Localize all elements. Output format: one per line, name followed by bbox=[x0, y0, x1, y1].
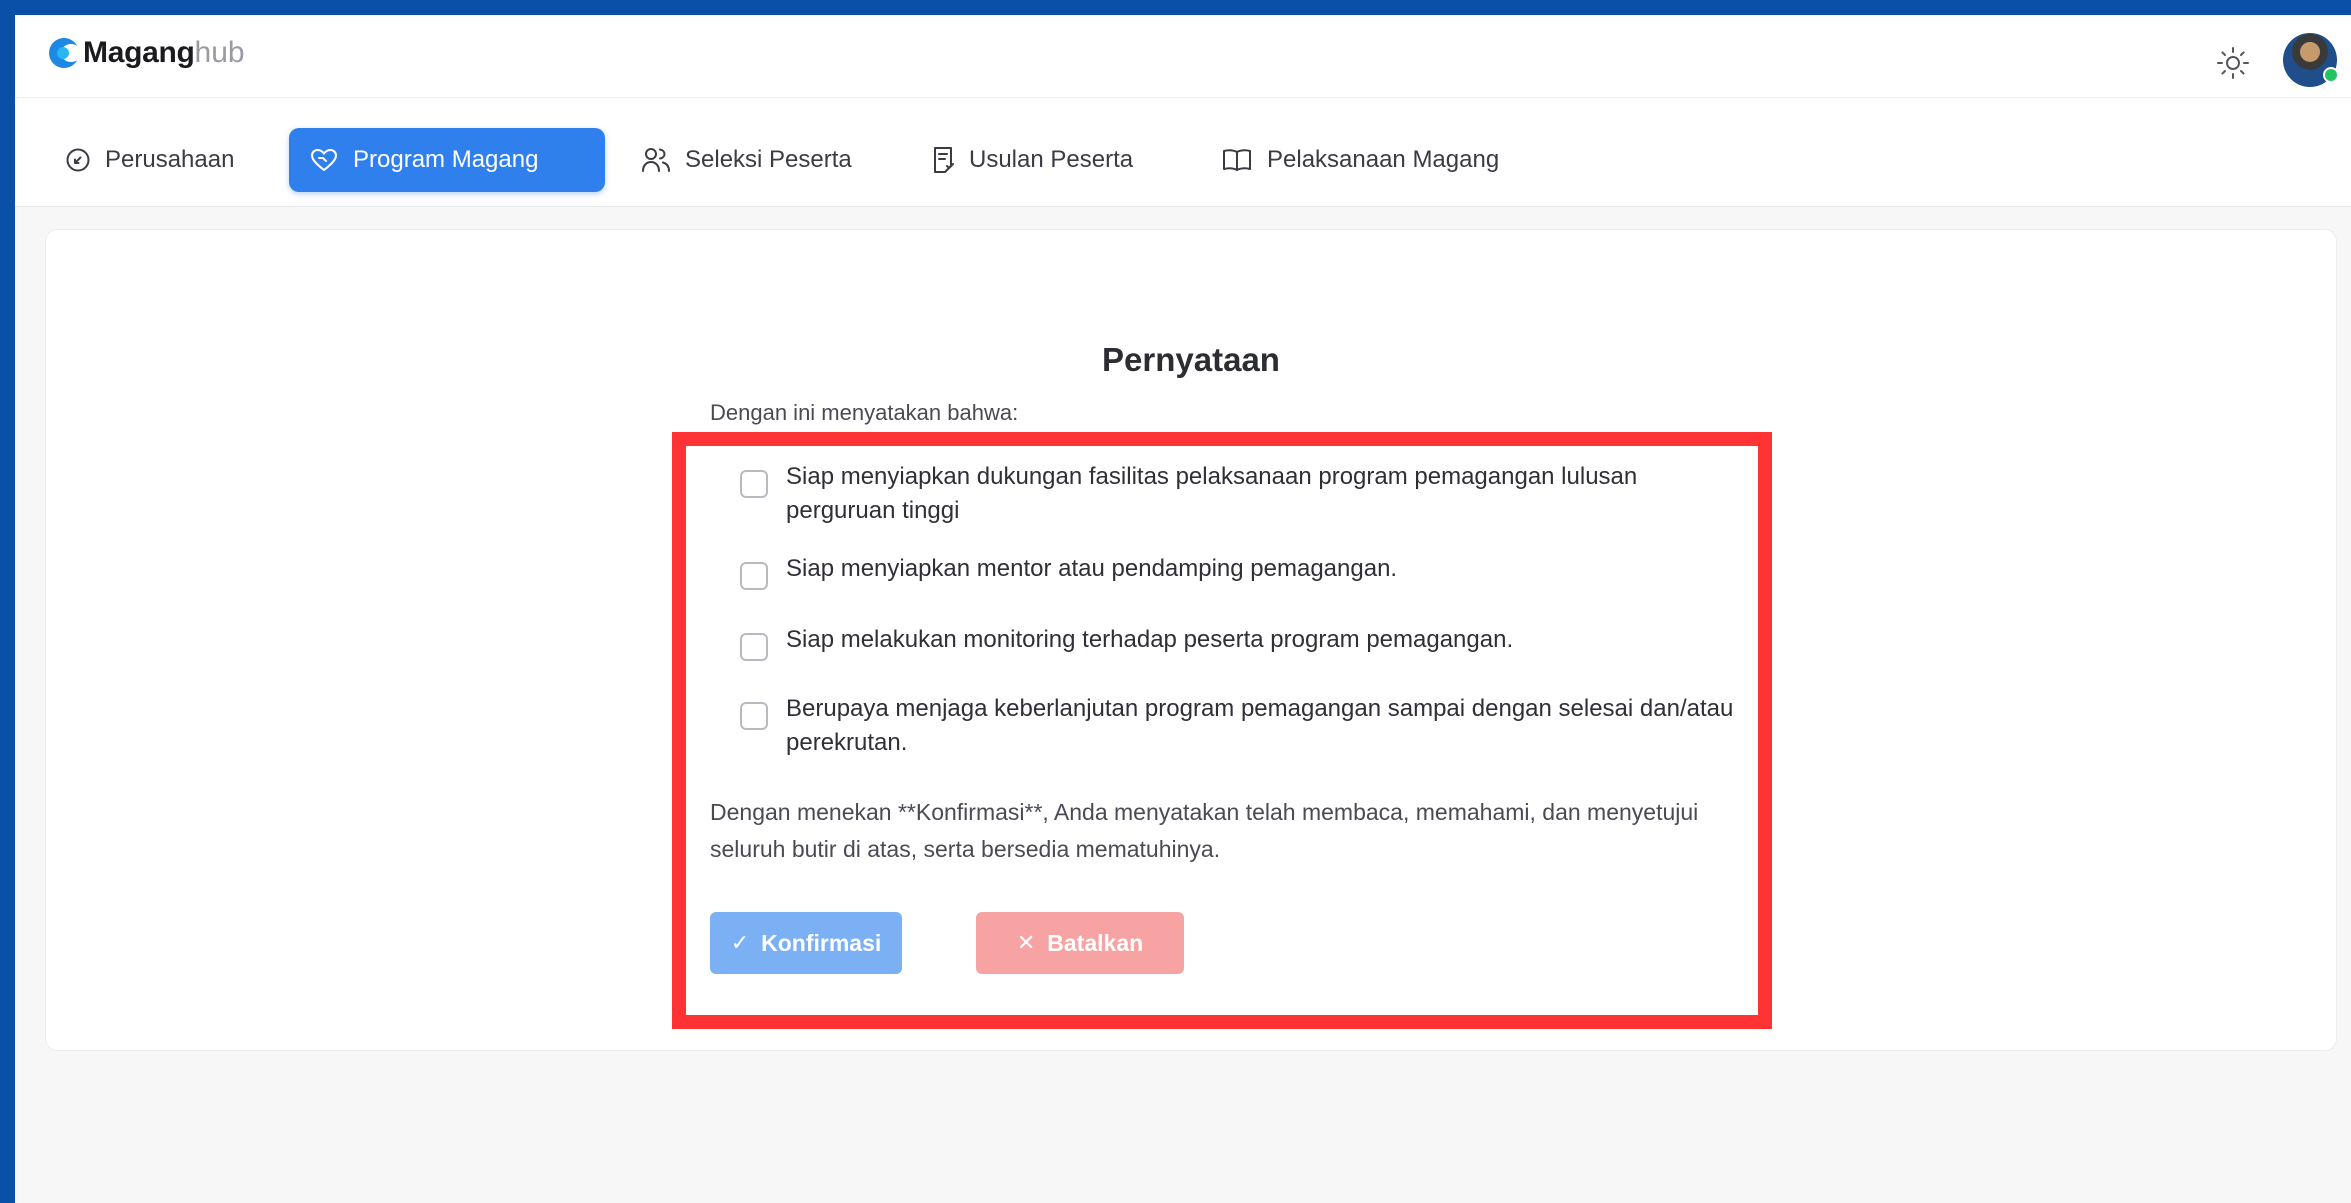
checkbox-label: Siap menyiapkan mentor atau pendamping p… bbox=[786, 555, 1398, 582]
document-icon bbox=[934, 147, 954, 173]
logo-mark-icon bbox=[49, 38, 81, 68]
checkbox[interactable] bbox=[740, 702, 768, 730]
tab-label: Pelaksanaan Magang bbox=[1267, 146, 1500, 173]
checkbox-label: Siap menyiapkan dukungan fasilitas pelak… bbox=[786, 463, 1638, 524]
confirm-button-label: Konfirmasi bbox=[761, 929, 882, 956]
checkbox[interactable] bbox=[740, 633, 768, 661]
statement-intro: Dengan ini menyatakan bahwa: bbox=[710, 400, 1019, 425]
checkbox-item-monitoring[interactable]: Siap melakukan monitoring terhadap peser… bbox=[740, 623, 1736, 661]
tab-label: Perusahaan bbox=[105, 146, 235, 173]
tab-program-magang[interactable]: Program Magang bbox=[289, 128, 605, 192]
cancel-button[interactable]: ✕ Batalkan bbox=[976, 912, 1184, 974]
close-icon: ✕ bbox=[1016, 930, 1036, 955]
tab-usulan-peserta[interactable]: Usulan Peserta bbox=[911, 128, 1153, 192]
top-bar: Magang hub bbox=[15, 15, 2351, 98]
company-icon bbox=[66, 148, 90, 172]
checkbox-label: Siap melakukan monitoring terhadap peser… bbox=[786, 626, 1514, 653]
logo-text: Magang bbox=[83, 36, 195, 69]
app-window: Magang hub Perusahaan Program Magang Sel… bbox=[15, 15, 2351, 1203]
avatar[interactable] bbox=[2283, 33, 2339, 87]
sun-icon bbox=[2217, 47, 2249, 79]
confirm-button[interactable]: ✓ Konfirmasi bbox=[710, 912, 902, 974]
users-icon bbox=[642, 148, 670, 172]
main-tabs: Perusahaan Program Magang Seleksi Pesert… bbox=[15, 98, 2351, 207]
checkbox-label: Berupaya menjaga keberlanjutan program p… bbox=[786, 695, 1734, 756]
page-title: Pernyataan bbox=[1102, 341, 1280, 378]
tab-label: Program Magang bbox=[353, 146, 539, 173]
logo-hub-text: hub bbox=[194, 36, 245, 69]
heart-hand-icon bbox=[311, 149, 337, 171]
logo[interactable]: Magang hub bbox=[49, 31, 245, 75]
cancel-button-label: Batalkan bbox=[1047, 929, 1144, 956]
checkbox[interactable] bbox=[740, 470, 768, 498]
tab-seleksi-peserta[interactable]: Seleksi Peserta bbox=[621, 128, 872, 192]
theme-toggle-button[interactable] bbox=[2215, 45, 2251, 81]
confirmation-note: Dengan menekan **Konfirmasi**, Anda meny… bbox=[710, 799, 1699, 862]
tab-label: Usulan Peserta bbox=[969, 146, 1134, 173]
book-icon bbox=[1223, 149, 1251, 171]
checkbox-item-sustainability[interactable]: Berupaya menjaga keberlanjutan program p… bbox=[740, 692, 1736, 760]
checkbox-item-mentor[interactable]: Siap menyiapkan mentor atau pendamping p… bbox=[740, 552, 1736, 590]
tab-label: Seleksi Peserta bbox=[685, 146, 852, 173]
checkbox[interactable] bbox=[740, 562, 768, 590]
statement-card: Pernyataan Dengan ini menyatakan bahwa: … bbox=[45, 229, 2337, 1051]
check-icon: ✓ bbox=[730, 930, 750, 955]
tab-pelaksanaan-magang[interactable]: Pelaksanaan Magang bbox=[1201, 128, 1519, 192]
tab-perusahaan[interactable]: Perusahaan bbox=[45, 128, 254, 192]
online-status-dot bbox=[2323, 67, 2339, 83]
checkbox-item-facilities[interactable]: Siap menyiapkan dukungan fasilitas pelak… bbox=[740, 460, 1736, 528]
